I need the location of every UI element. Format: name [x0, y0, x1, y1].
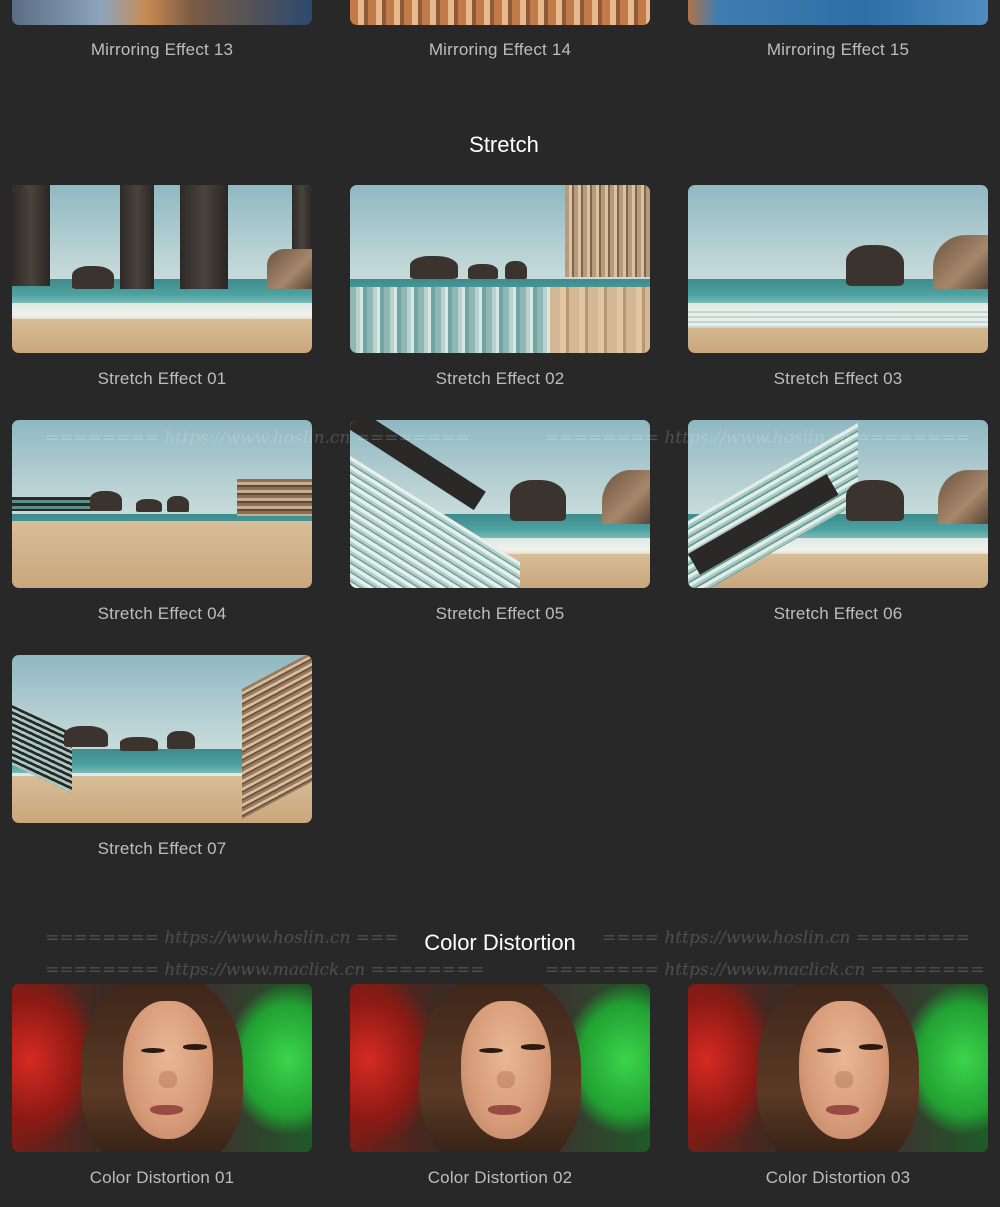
effect-thumbnail[interactable] — [688, 0, 988, 25]
effect-thumbnail[interactable] — [12, 0, 312, 25]
effect-label: Stretch Effect 07 — [97, 839, 227, 858]
effect-tile-stretch-03[interactable]: Stretch Effect 03 — [688, 185, 988, 388]
watermark: ======== https://www.hoslin.cn ======== — [45, 428, 470, 448]
watermark: ======== https://www.maclick.cn ======== — [45, 960, 485, 980]
effect-tile-stretch-07[interactable]: Stretch Effect 07 — [12, 655, 312, 858]
watermark: ======== https://www.hoslin.cn ======== — [545, 428, 970, 448]
effect-thumbnail[interactable] — [350, 984, 650, 1152]
effect-thumbnail[interactable] — [688, 984, 988, 1152]
effect-label: Color Distortion 03 — [765, 1168, 911, 1187]
effect-label: Stretch Effect 02 — [435, 369, 565, 388]
effect-thumbnail[interactable] — [12, 655, 312, 823]
section-title-stretch: Stretch — [469, 132, 539, 157]
effect-label: Color Distortion 01 — [89, 1168, 235, 1187]
effect-label: Color Distortion 02 — [427, 1168, 573, 1187]
effect-tile-color-distortion-03[interactable]: Color Distortion 03 — [688, 984, 988, 1187]
effect-tile-color-distortion-02[interactable]: Color Distortion 02 — [350, 984, 650, 1187]
effect-label: Mirroring Effect 14 — [428, 40, 572, 59]
effect-tile-stretch-01[interactable]: Stretch Effect 01 — [12, 185, 312, 388]
effect-thumbnail[interactable] — [350, 185, 650, 353]
effect-thumbnail[interactable] — [688, 185, 988, 353]
effect-tile-color-distortion-01[interactable]: Color Distortion 01 — [12, 984, 312, 1187]
effect-label: Stretch Effect 05 — [435, 604, 565, 623]
effect-thumbnail[interactable] — [12, 185, 312, 353]
effect-label: Mirroring Effect 13 — [90, 40, 234, 59]
effect-label: Mirroring Effect 15 — [766, 40, 910, 59]
effect-tile-stretch-02[interactable]: Stretch Effect 02 — [350, 185, 650, 388]
effect-label: Stretch Effect 04 — [97, 604, 227, 623]
watermark: ======== https://www.hoslin.cn ======== — [545, 928, 970, 948]
watermark: ======== https://www.maclick.cn ======== — [545, 960, 985, 980]
section-title-color-distortion: Color Distortion — [400, 930, 600, 956]
effect-label: Stretch Effect 06 — [773, 604, 903, 623]
effect-label: Stretch Effect 03 — [773, 369, 903, 388]
effect-thumbnail[interactable] — [12, 984, 312, 1152]
effects-browser: Mirroring Effect 13 Mirroring Effect 14 … — [0, 0, 1000, 1207]
effect-thumbnail[interactable] — [350, 0, 650, 25]
effect-label: Stretch Effect 01 — [97, 369, 227, 388]
